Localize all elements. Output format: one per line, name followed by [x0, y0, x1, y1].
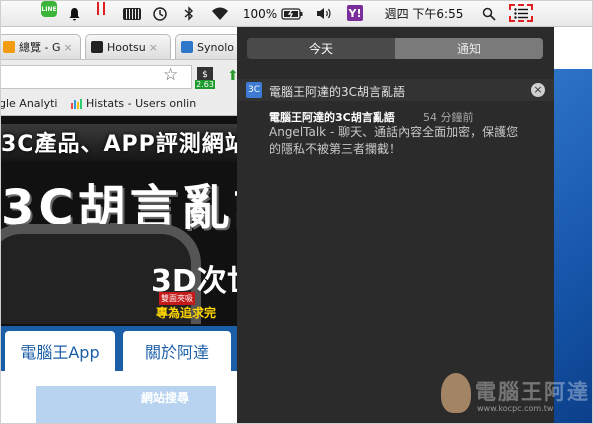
notification-app-header: 3C 電腦王阿達的3C胡言亂語 × [237, 79, 554, 101]
nc-segmented-control: 今天 通知 [247, 38, 543, 59]
watermark-text: 電腦王阿達 [475, 380, 590, 404]
menubar-clock[interactable]: 週四 下午6:55 [378, 1, 470, 26]
web-page: 3C產品、APP評測網站 3C胡言亂語 3D次世 雙面夾吸 專為追求完 電腦王A… [1, 116, 237, 423]
notification-title[interactable]: 電腦王阿達的3C胡言亂語 [269, 109, 395, 125]
promo-subtitle: 專為追求完 [156, 306, 217, 320]
tab-label: 總覽 - G [19, 41, 61, 54]
nav-tab-app[interactable]: 電腦王App [5, 331, 115, 371]
notification-center-panel: 今天 通知 3C 電腦王阿達的3C胡言亂語 × 電腦王阿達的3C胡言亂語 54 … [237, 27, 554, 423]
extension-badge: 2.63 [195, 80, 215, 89]
pause-icon[interactable] [95, 1, 107, 15]
browser-tab-overview[interactable]: 總覽 - G × [1, 34, 81, 59]
site-search-label: 網站搜尋 [141, 391, 190, 405]
browser-toolbar: ☆ $2.63 ⬆ [1, 59, 237, 93]
site-subtitle: 3C產品、APP評測網站 [1, 132, 237, 157]
notification-bell-icon[interactable] [66, 1, 82, 26]
close-icon[interactable]: × [531, 83, 545, 97]
histats-favicon-icon [71, 98, 82, 109]
bookmark-star-icon[interactable]: ☆ [163, 67, 178, 84]
notification-time: 54 分鐘前 [423, 111, 474, 124]
browser-tab-hootsuite[interactable]: Hootsu × [85, 34, 171, 59]
bookmark-label: Histats - Users onlin [86, 97, 197, 110]
battery-percent[interactable]: 100% [242, 1, 278, 26]
notification-app-name: 電腦王阿達的3C胡言亂語 [269, 85, 406, 99]
app-icon: 3C [246, 82, 262, 98]
desktop-background [553, 69, 592, 423]
browser-window: 總覽 - G × Hootsu × Synolo ☆ $2.63 ⬆ gle A… [1, 27, 237, 423]
volume-icon[interactable] [315, 1, 333, 26]
line-icon-label: LINE [41, 5, 57, 13]
tab-label: Synolo [197, 40, 234, 54]
notification-body[interactable]: AngelTalk - 聊天、通話內容全面加密，保護您的隱私不被第三者攔截！ [269, 124, 529, 158]
spotlight-icon[interactable] [481, 1, 497, 26]
bookmark-google-analytics[interactable]: gle Analyti [1, 97, 57, 110]
tab-today[interactable]: 今天 [247, 38, 395, 59]
bookmark-label: gle Analyti [1, 97, 58, 110]
battery-icon[interactable] [281, 1, 303, 26]
battery-bars-icon[interactable] [122, 1, 142, 26]
tab-notifications[interactable]: 通知 [395, 38, 543, 59]
page-body: 網站搜尋 [1, 371, 237, 423]
extension-arrow-icon[interactable]: ⬆ [227, 68, 237, 84]
menu-bar: LINE 100% Y! 週四 下午6:55 [1, 1, 592, 27]
watermark: 電腦王阿達 www.kocpc.com.tw [441, 373, 591, 423]
time-machine-icon[interactable] [151, 1, 169, 26]
yahoo-icon[interactable]: Y! [347, 5, 363, 21]
site-nav: 電腦王App 關於阿達 [1, 326, 237, 371]
bluetooth-icon[interactable] [182, 1, 196, 26]
tab-label: Hootsu [107, 40, 146, 54]
tab-close-icon[interactable]: × [149, 41, 158, 54]
analytics-favicon-icon [3, 41, 15, 53]
bookmark-histats[interactable]: Histats - Users onlin [71, 97, 196, 110]
nav-tab-about[interactable]: 關於阿達 [123, 331, 231, 371]
watermark-mascot-icon [441, 373, 471, 413]
wifi-icon[interactable] [210, 1, 230, 26]
notification-center-icon[interactable] [509, 4, 533, 22]
tab-close-icon[interactable]: × [64, 41, 73, 54]
line-icon[interactable]: LINE [41, 1, 57, 17]
screenshot-frame: LINE 100% Y! 週四 下午6:55 總覽 - G × Hootsu ×… [0, 0, 593, 424]
extension-icon[interactable]: $2.63 [195, 67, 215, 89]
synology-favicon-icon [181, 41, 193, 53]
site-hero: 3C產品、APP評測網站 3C胡言亂語 3D次世 雙面夾吸 專為追求完 [1, 116, 237, 326]
browser-tab-synology[interactable]: Synolo [175, 34, 237, 59]
hootsuite-favicon-icon [91, 41, 103, 53]
bookmarks-bar: gle Analyti Histats - Users onlin [1, 93, 237, 116]
tab-strip: 總覽 - G × Hootsu × Synolo [1, 34, 237, 59]
watermark-url: www.kocpc.com.tw [477, 404, 554, 413]
